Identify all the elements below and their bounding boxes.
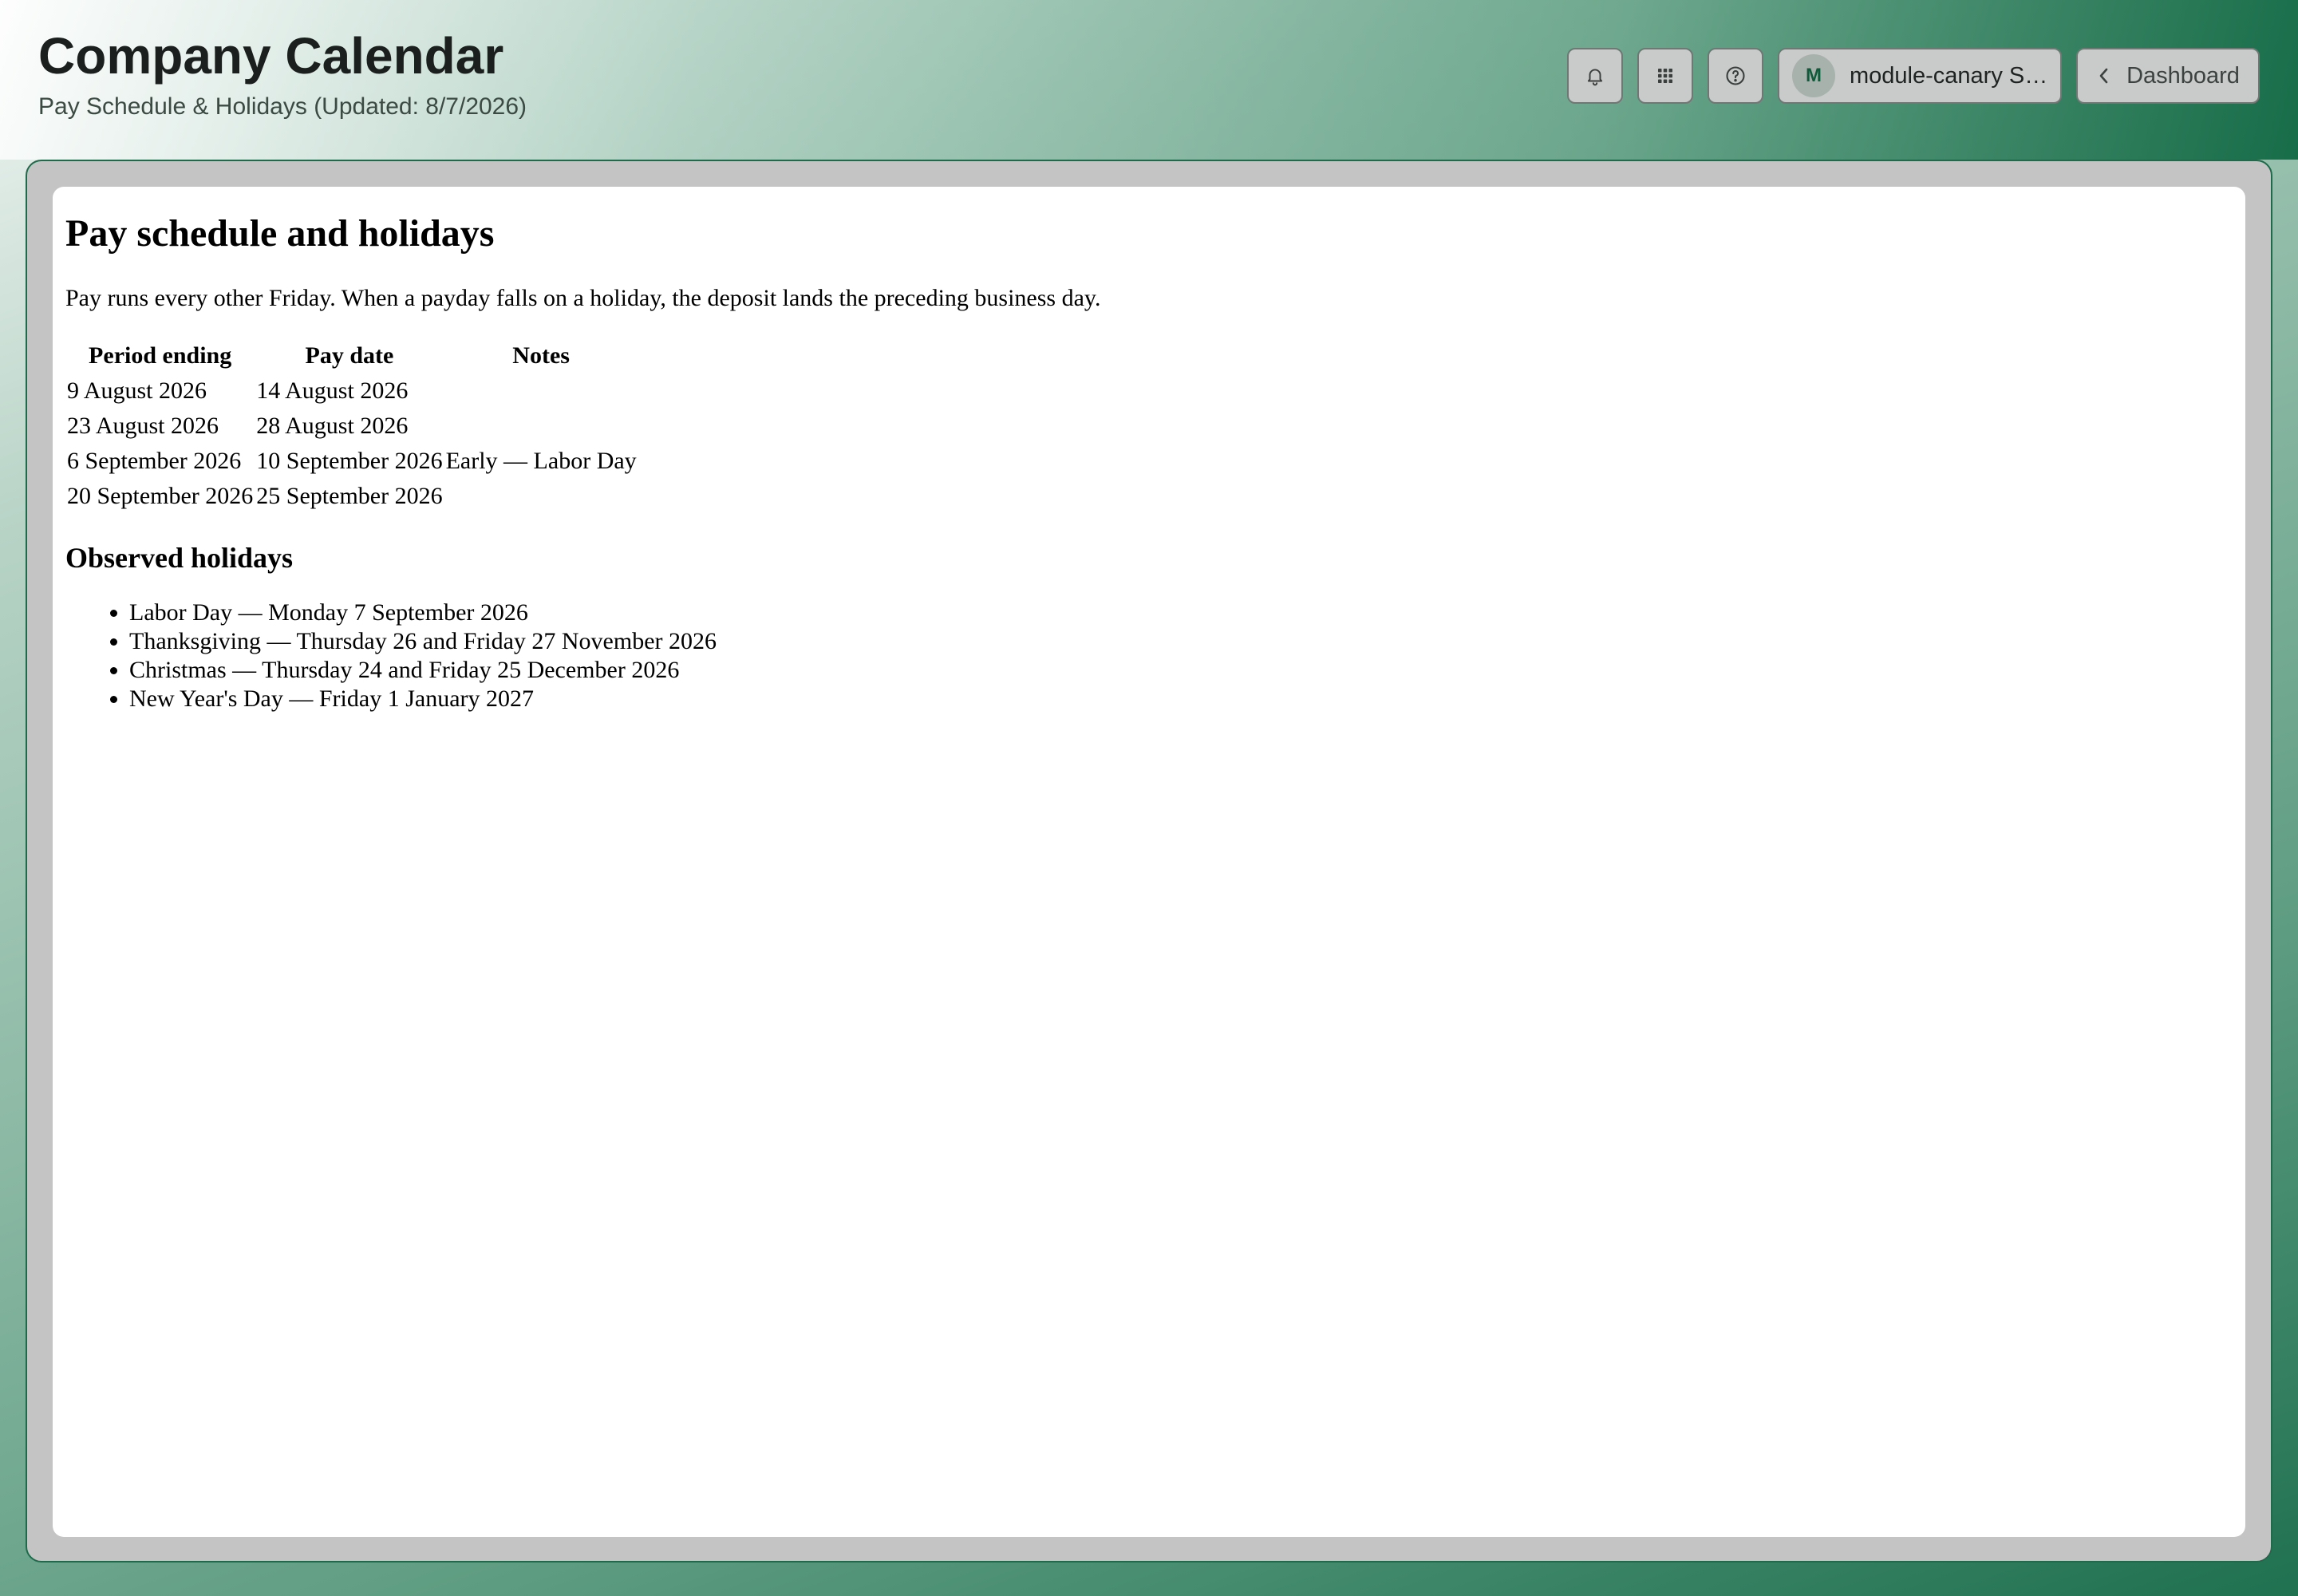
page-heading: Pay schedule and holidays (65, 212, 495, 255)
app-title: Company Calendar (38, 27, 504, 85)
dashboard-back-button[interactable]: Dashboard (2076, 48, 2260, 104)
notes-cell (446, 480, 637, 512)
bell-icon (1585, 65, 1605, 86)
document-content: Pay schedule and holidays Pay runs every… (53, 187, 2245, 1537)
holidays-list: Labor Day — Monday 7 September 2026 Than… (65, 598, 2233, 713)
pay-date-cell: 25 September 2026 (256, 483, 443, 509)
notes-cell (446, 410, 637, 442)
help-icon (1724, 65, 1747, 87)
list-item: Christmas — Thursday 24 and Friday 25 De… (129, 656, 2233, 685)
notes-cell: Early — Labor Day (445, 448, 637, 474)
user-menu-button[interactable]: M module-canary S… (1778, 48, 2062, 104)
column-header-notes: Notes (512, 342, 570, 369)
help-button[interactable] (1708, 48, 1763, 104)
pay-date-cell: 28 August 2026 (256, 413, 409, 439)
apps-button[interactable] (1637, 48, 1693, 104)
table-row: 6 September 2026 10 September 2026 Early… (67, 445, 637, 477)
list-item: New Year's Day — Friday 1 January 2027 (129, 685, 2233, 713)
pay-date-cell: 10 September 2026 (256, 448, 443, 474)
list-item: Thanksgiving — Thursday 26 and Friday 27… (129, 627, 2233, 656)
avatar: M (1792, 54, 1835, 97)
period-ending-cell: 6 September 2026 (67, 448, 242, 474)
pay-date-cell: 14 August 2026 (256, 377, 409, 404)
holidays-heading: Observed holidays (65, 542, 294, 574)
table-row: 9 August 2026 14 August 2026 (67, 375, 637, 407)
table-row: 23 August 2026 28 August 2026 (67, 410, 637, 442)
period-ending-cell: 20 September 2026 (67, 483, 254, 509)
notifications-button[interactable] (1567, 48, 1623, 104)
period-ending-cell: 9 August 2026 (67, 377, 207, 404)
table-header-row: Period ending Pay date Notes (67, 340, 637, 372)
period-ending-cell: 23 August 2026 (67, 413, 219, 439)
table-row: 20 September 2026 25 September 2026 (67, 480, 637, 512)
column-header-period-ending: Period ending (89, 342, 232, 369)
apps-grid-icon (1656, 66, 1675, 85)
list-item: Labor Day — Monday 7 September 2026 (129, 598, 2233, 627)
intro-text: Pay runs every other Friday. When a payd… (65, 285, 1101, 311)
dashboard-label: Dashboard (2126, 62, 2240, 89)
user-name: module-canary S… (1850, 62, 2048, 89)
column-header-pay-date: Pay date (305, 342, 394, 369)
notes-cell (446, 375, 637, 407)
chevron-left-icon (2096, 66, 2112, 85)
pay-schedule-table: Period ending Pay date Notes 9 August 20… (64, 337, 640, 516)
app-subtitle: Pay Schedule & Holidays (Updated: 8/7/20… (38, 93, 527, 120)
app-header: Company Calendar Pay Schedule & Holidays… (0, 0, 2298, 160)
